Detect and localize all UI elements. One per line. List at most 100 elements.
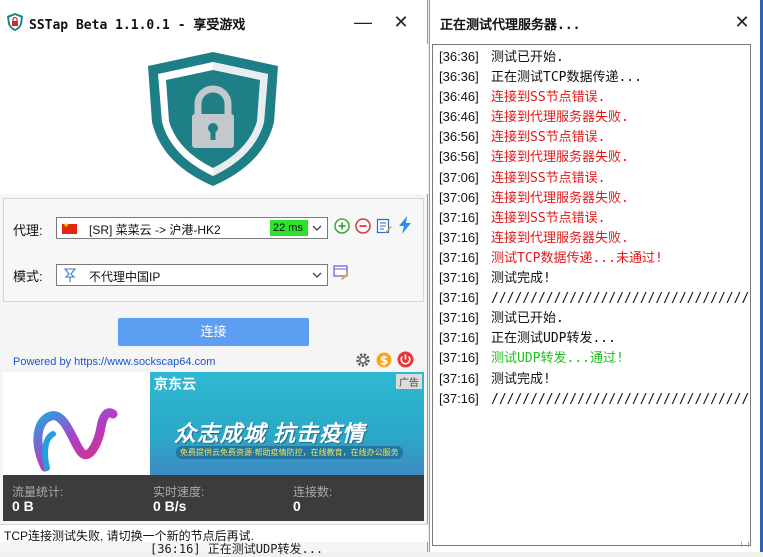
log-message: 连接到代理服务器失败. [491, 230, 629, 246]
log-message: 连接到SS节点错误. [491, 210, 606, 226]
test-close-button[interactable]: ✕ [728, 10, 756, 34]
power-icon[interactable] [397, 351, 414, 368]
ad-logo-image[interactable] [3, 372, 150, 475]
log-time: [37:16] [439, 390, 479, 406]
log-line: [37:06] 连接到SS节点错误. [439, 168, 750, 188]
log-line: [37:16] /////////////////////////////////… [439, 389, 751, 409]
chevron-down-icon [312, 272, 322, 278]
left-titlebar: SSTap Beta 1.1.0.1 - 享受游戏 — ✕ [0, 0, 427, 44]
log-message: 正在测试UDP转发... [491, 331, 616, 347]
log-time: [36:56] [439, 129, 479, 145]
log-message: 连接到代理服务器失败. [491, 150, 629, 166]
log-message: 测试完成! [491, 271, 551, 287]
settings-panel [3, 198, 424, 302]
ad-headline: 众志成城 抗击疫情 [174, 421, 366, 446]
log-list: [36:36] 测试已开始. [36:36] 正在测试TCP数据传递... [36:46… [439, 47, 751, 409]
log-line: [37:16] 测试完成! [439, 369, 750, 389]
log-time: [36:36] [439, 69, 479, 85]
log-time: [37:16] [439, 350, 479, 366]
log-time: [37:16] [439, 330, 479, 346]
mode-select[interactable]: 不代理中国IP [56, 264, 328, 286]
log-time: [37:16] [439, 290, 479, 306]
connect-button[interactable]: 连接 [118, 318, 309, 346]
log-line: [37:16] 测试完成! [439, 268, 750, 288]
log-message: 测试UDP转发...通过! [491, 351, 624, 367]
log-message: 测试TCP数据传递...未通过! [491, 250, 663, 266]
flash-icon[interactable] [397, 216, 413, 234]
log-time: [37:16] [439, 249, 479, 265]
log-time: [36:56] [439, 149, 479, 165]
dollar-coin-icon[interactable]: $ [376, 351, 392, 369]
log-line: [37:16] 连接到SS节点错误. [439, 208, 750, 228]
log-message: 测试已开始. [491, 311, 564, 327]
log-line: [36:36] 测试已开始. [439, 47, 750, 67]
log-line: [37:16] 测试UDP转发...通过! [439, 348, 750, 368]
ad-brand: 京东云 [154, 376, 196, 392]
log-time: [37:16] [439, 209, 479, 225]
log-message: 测试已开始. [491, 50, 564, 65]
edit-icon[interactable] [376, 218, 392, 234]
close-icon: ✕ [734, 11, 750, 32]
traffic-value: 0 B [12, 498, 34, 514]
proxy-test-window: 正在测试代理服务器... ✕ [36:36] 测试已开始. [36:36] 正在测试T… [429, 0, 763, 552]
log-line: [36:56] 连接到代理服务器失败. [439, 147, 750, 167]
log-line: [37:16] 正在测试UDP转发... [439, 328, 750, 348]
proxy-value: [SR] 菜菜云 -> 沪港-HK2 [89, 223, 221, 237]
connections-value: 0 [293, 498, 301, 514]
log-time: [37:06] [439, 189, 479, 205]
log-message: 正在测试TCP数据传递... [491, 70, 642, 86]
powered-by-link[interactable]: Powered by https://www.sockscap64.com [13, 356, 215, 368]
log-line: [37:16] 连接到代理服务器失败. [439, 228, 750, 248]
log-time: [37:16] [439, 370, 479, 386]
log-time: [37:16] [439, 270, 479, 286]
log-message: 连接到SS节点错误. [491, 130, 606, 146]
logo-area [0, 44, 428, 194]
minimize-button[interactable]: — [349, 10, 377, 34]
log-line: [37:16] 测试TCP数据传递...未通过! [439, 248, 750, 268]
svg-text:$: $ [380, 354, 388, 368]
stats-bar: 流量统计: 0 B 实时速度: 0 B/s 连接数: 0 [3, 475, 424, 521]
ping-badge: 22 ms [270, 220, 308, 236]
brand-logo-icon [33, 408, 118, 472]
close-icon: ✕ [393, 11, 409, 32]
add-icon[interactable] [334, 218, 350, 234]
mode-icon [64, 268, 76, 282]
log-time: [36:46] [439, 109, 479, 125]
log-time: [37:16] [439, 229, 479, 245]
proxy-select[interactable]: [SR] 菜菜云 -> 沪港-HK2 22 ms [56, 217, 328, 239]
ad-subline: 免费提供云免费资源·帮助疫情防控，在线教育，在线办公服务 [176, 446, 403, 459]
gear-icon[interactable] [355, 352, 371, 368]
log-line: [37:16] /////////////////////////////////… [439, 288, 751, 308]
log-message: 测试完成! [491, 371, 551, 387]
log-line: [36:46] 连接到代理服务器失败. [439, 107, 750, 127]
log-message: ////////////////////////////////////////… [491, 391, 751, 407]
test-window-title: 正在测试代理服务器... [440, 18, 581, 33]
minimize-icon: — [354, 11, 372, 32]
close-button[interactable]: ✕ [387, 10, 415, 34]
test-log[interactable]: [36:36] 测试已开始. [36:36] 正在测试TCP数据传递... [36:46… [432, 44, 751, 546]
remove-icon[interactable] [355, 218, 371, 234]
log-line: [36:36] 正在测试TCP数据传递... [439, 67, 750, 87]
log-line: [37:06] 连接到代理服务器失败. [439, 188, 750, 208]
resize-grip[interactable] [741, 542, 749, 547]
status-overflow-text: [36:16] 正在测试UDP转发... [150, 542, 324, 556]
sstap-main-window: SSTap Beta 1.1.0.1 - 享受游戏 — ✕ 代理: [SR] 菜… [0, 0, 428, 556]
ad-badge: 广告 [396, 374, 422, 389]
log-line: [36:46] 连接到SS节点错误. [439, 87, 750, 107]
proxy-label: 代理: [13, 223, 43, 238]
cn-flag-icon [62, 221, 77, 234]
speed-value: 0 B/s [153, 498, 187, 514]
ad-banner[interactable]: 京东云 广告 众志成城 抗击疫情 免费提供云免费资源·帮助疫情防控，在线教育，在… [150, 372, 424, 475]
app-shield-icon [7, 13, 23, 31]
log-message: 连接到代理服务器失败. [491, 110, 629, 126]
log-line: [37:16] 测试已开始. [439, 308, 750, 328]
mode-edit-icon[interactable] [333, 264, 349, 280]
chevron-down-icon [312, 225, 322, 231]
log-message: 连接到SS节点错误. [491, 90, 606, 106]
log-time: [37:16] [439, 310, 479, 326]
mode-label: 模式: [13, 269, 43, 284]
log-line: [36:56] 连接到SS节点错误. [439, 127, 750, 147]
log-time: [37:06] [439, 169, 479, 185]
lock-shield-icon [148, 52, 278, 186]
log-message: ////////////////////////////////////////… [491, 291, 751, 307]
